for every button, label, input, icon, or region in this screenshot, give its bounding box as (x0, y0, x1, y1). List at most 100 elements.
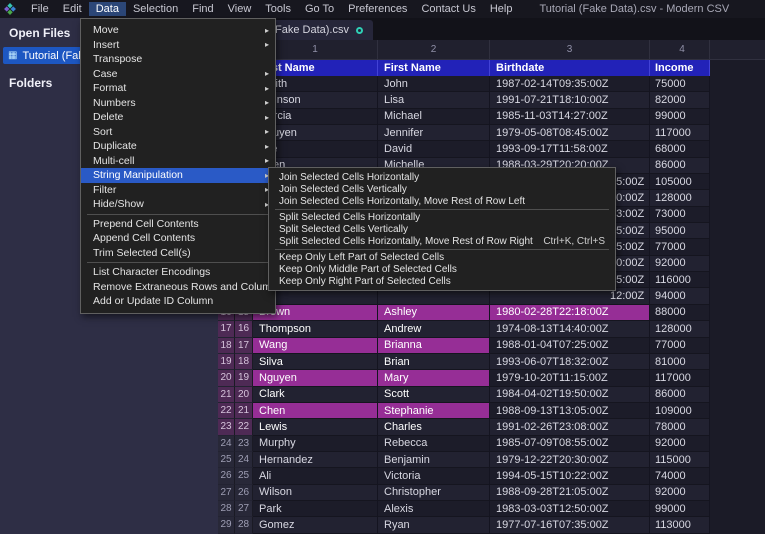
cell-last-name[interactable]: Gomez (253, 517, 378, 534)
row-number-cell[interactable]: 24 (218, 435, 235, 452)
menubar-item-help[interactable]: Help (483, 2, 520, 16)
id-cell[interactable]: 25 (235, 468, 253, 485)
cell-first-name[interactable]: Stephanie (378, 402, 490, 420)
cell-first-name[interactable]: John (378, 76, 490, 93)
menu-item-append-cell-contents[interactable]: Append Cell Contents (81, 231, 275, 246)
cell-income[interactable]: 78000 (650, 419, 710, 436)
cell-income[interactable]: 77000 (650, 337, 710, 354)
menubar-item-selection[interactable]: Selection (126, 2, 185, 16)
cell-first-name[interactable]: Christopher (378, 484, 490, 501)
column-header-birthdate[interactable]: Birthdate (490, 60, 650, 76)
cell-birthdate[interactable]: 1980-02-28T22:18:00Z (490, 304, 650, 322)
row-number-cell[interactable]: 19 (218, 353, 235, 371)
cell-income[interactable]: 86000 (650, 157, 710, 175)
menu-item-multi-cell[interactable]: Multi-cell ▸ (81, 154, 275, 169)
row-number-cell[interactable]: 20 (218, 370, 235, 387)
menu-item-keep-only-left-part-of-selected-cells[interactable]: Keep Only Left Part of Selected Cells (269, 251, 615, 263)
column-header-income[interactable]: Income (650, 60, 710, 76)
menubar-item-view[interactable]: View (221, 2, 259, 16)
cell-first-name[interactable]: Mary (378, 370, 490, 387)
cell-income[interactable]: 92000 (650, 435, 710, 452)
cell-birthdate[interactable]: 1991-02-26T23:08:00Z (490, 419, 650, 436)
id-cell[interactable]: 27 (235, 500, 253, 518)
cell-last-name[interactable]: Lewis (253, 419, 378, 436)
id-cell[interactable]: 28 (235, 517, 253, 534)
id-cell[interactable]: 19 (235, 370, 253, 387)
cell-birthdate[interactable]: 1974-08-13T14:40:00Z (490, 321, 650, 338)
row-number-cell[interactable]: 29 (218, 517, 235, 534)
cell-income[interactable]: 99000 (650, 108, 710, 126)
row-number-cell[interactable]: 27 (218, 484, 235, 501)
menubar-item-edit[interactable]: Edit (56, 2, 89, 16)
cell-birthdate[interactable]: 1985-07-09T08:55:00Z (490, 435, 650, 452)
cell-first-name[interactable]: Victoria (378, 468, 490, 485)
row-number-cell[interactable]: 17 (218, 321, 235, 338)
cell-last-name[interactable]: Hernandez (253, 451, 378, 469)
cell-first-name[interactable]: Ashley (378, 304, 490, 322)
cell-birthdate[interactable]: 1988-09-28T21:05:00Z (490, 484, 650, 501)
cell-last-name[interactable]: Chen (253, 402, 378, 420)
cell-income[interactable]: 115000 (650, 451, 710, 469)
menu-item-trim-selected-cell-s[interactable]: Trim Selected Cell(s) (81, 246, 275, 261)
menu-item-sort[interactable]: Sort ▸ (81, 125, 275, 140)
cell-birthdate[interactable]: 1985-11-03T14:27:00Z (490, 108, 650, 126)
menubar-item-file[interactable]: File (24, 2, 56, 16)
cell-first-name[interactable]: Rebecca (378, 435, 490, 452)
cell-income[interactable]: 73000 (650, 206, 710, 224)
cell-first-name[interactable]: Jennifer (378, 125, 490, 142)
cell-first-name[interactable]: David (378, 141, 490, 158)
menu-item-duplicate[interactable]: Duplicate ▸ (81, 139, 275, 154)
menu-item-join-selected-cells-horizontally-move-rest-of-row-left[interactable]: Join Selected Cells Horizontally, Move R… (269, 195, 615, 207)
cell-income[interactable]: 95000 (650, 223, 710, 240)
cell-birthdate[interactable]: 1988-01-04T07:25:00Z (490, 337, 650, 354)
id-cell[interactable]: 22 (235, 419, 253, 436)
cell-first-name[interactable]: Ryan (378, 517, 490, 534)
id-cell[interactable]: 24 (235, 451, 253, 469)
cell-income[interactable]: 82000 (650, 92, 710, 109)
cell-first-name[interactable]: Alexis (378, 500, 490, 518)
column-number-3[interactable]: 3 (490, 40, 650, 60)
menubar-item-contact-us[interactable]: Contact Us (414, 2, 482, 16)
cell-birthdate[interactable]: 1983-03-03T12:50:00Z (490, 500, 650, 518)
cell-birthdate[interactable]: 1979-10-20T11:15:00Z (490, 370, 650, 387)
cell-last-name[interactable]: Thompson (253, 321, 378, 338)
cell-first-name[interactable]: Andrew (378, 321, 490, 338)
cell-income[interactable]: 117000 (650, 125, 710, 142)
cell-income[interactable]: 86000 (650, 386, 710, 403)
cell-birthdate[interactable]: 1987-02-14T09:35:00Z (490, 76, 650, 93)
cell-birthdate[interactable]: 1988-09-13T13:05:00Z (490, 402, 650, 420)
id-cell[interactable]: 17 (235, 337, 253, 354)
row-number-cell[interactable]: 22 (218, 402, 235, 420)
menu-item-split-selected-cells-vertically[interactable]: Split Selected Cells Vertically (269, 223, 615, 235)
cell-income[interactable]: 92000 (650, 255, 710, 273)
menu-item-format[interactable]: Format ▸ (81, 81, 275, 96)
cell-last-name[interactable]: Clark (253, 386, 378, 403)
cell-income[interactable]: 113000 (650, 517, 710, 534)
cell-last-name[interactable]: Wang (253, 337, 378, 354)
cell-birthdate[interactable]: 1979-12-22T20:30:00Z (490, 451, 650, 469)
cell-first-name[interactable]: Lisa (378, 92, 490, 109)
menubar-item-preferences[interactable]: Preferences (341, 2, 414, 16)
menu-item-hide-show[interactable]: Hide/Show ▸ (81, 197, 275, 212)
menu-item-filter[interactable]: Filter ▸ (81, 183, 275, 198)
cell-income[interactable]: 128000 (650, 321, 710, 338)
cell-first-name[interactable]: Brianna (378, 337, 490, 354)
id-cell[interactable]: 18 (235, 353, 253, 371)
menu-item-transpose[interactable]: Transpose (81, 52, 275, 67)
row-number-cell[interactable]: 21 (218, 386, 235, 403)
cell-birthdate[interactable]: 1984-04-02T19:50:00Z (490, 386, 650, 403)
menu-item-insert[interactable]: Insert ▸ (81, 38, 275, 53)
menubar-item-tools[interactable]: Tools (258, 2, 298, 16)
cell-income[interactable]: 81000 (650, 353, 710, 371)
cell-income[interactable]: 116000 (650, 272, 710, 289)
id-cell[interactable]: 20 (235, 386, 253, 403)
column-header-first-name[interactable]: First Name (378, 60, 490, 76)
cell-birthdate[interactable]: 1993-09-17T11:58:00Z (490, 141, 650, 158)
cell-last-name[interactable]: Murphy (253, 435, 378, 452)
menu-item-add-or-update-id-column[interactable]: Add or Update ID Column (81, 294, 275, 309)
row-number-cell[interactable]: 26 (218, 468, 235, 485)
id-cell[interactable]: 16 (235, 321, 253, 338)
cell-first-name[interactable]: Benjamin (378, 451, 490, 469)
cell-income[interactable]: 74000 (650, 468, 710, 485)
cell-first-name[interactable]: Charles (378, 419, 490, 436)
